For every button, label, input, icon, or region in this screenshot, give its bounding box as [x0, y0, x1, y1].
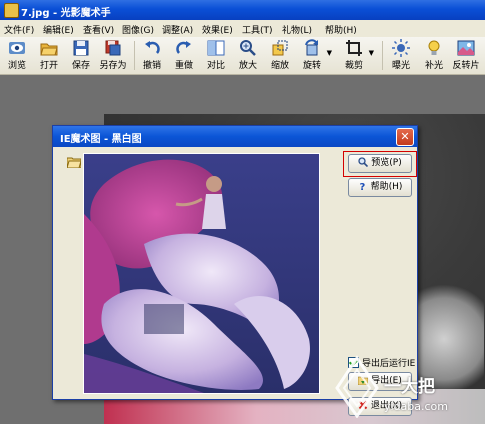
toolbar-compare-button[interactable]: 对比: [202, 39, 230, 71]
dancer-photo: [84, 154, 319, 393]
rotate-dropdown-icon[interactable]: ▼: [327, 49, 332, 57]
toolbar: 浏览 打开 保存 另存为 撤销 重做 对比 放大 缩放 旋转 ▼ 裁剪 ▼ 曝光…: [0, 37, 485, 75]
zoom-in-icon: [240, 40, 256, 56]
folder-pane: [63, 153, 85, 393]
toolbar-reversal-film-button[interactable]: 反转片: [452, 39, 480, 71]
menu-help[interactable]: 帮助(H): [325, 23, 357, 36]
watermark-brand: 一大把: [384, 377, 435, 397]
toolbar-save-as-button[interactable]: 另存为: [99, 39, 127, 71]
toolbar-redo-button[interactable]: 重做: [170, 39, 198, 71]
menu-effects[interactable]: 效果(E): [202, 23, 233, 36]
undo-icon: [145, 41, 160, 54]
watermark-logo: [335, 355, 379, 418]
menu-tools[interactable]: 工具(T): [242, 23, 273, 36]
toolbar-fill-light-button[interactable]: 补光: [420, 39, 448, 71]
save-icon: [73, 40, 89, 56]
preview-image: [83, 153, 320, 394]
magnifier-icon: [358, 157, 369, 167]
folder-icon[interactable]: [67, 156, 81, 168]
menu-image[interactable]: 图像(G): [122, 23, 154, 36]
resize-icon: [272, 40, 288, 56]
window-title: 7.jpg - 光影魔术手: [21, 8, 111, 19]
crop-dropdown-icon[interactable]: ▼: [369, 49, 374, 57]
folder-open-icon: [40, 43, 58, 56]
toolbar-exposure-button[interactable]: 曝光: [387, 39, 415, 71]
dialog-title: IE魔术图 - 黑白图: [60, 134, 142, 145]
toolbar-zoom-in-button[interactable]: 放大: [234, 39, 262, 71]
toolbar-open-button[interactable]: 打开: [35, 39, 63, 71]
save-as-icon: [105, 40, 121, 56]
compare-icon: [207, 40, 225, 56]
toolbar-undo-button[interactable]: 撤销: [138, 39, 166, 71]
app-icon: [4, 3, 19, 18]
toolbar-crop-button[interactable]: 裁剪 ▼: [340, 39, 374, 71]
preview-button[interactable]: 预览(P): [348, 154, 412, 173]
menu-file[interactable]: 文件(F): [4, 23, 34, 36]
dialog-title-bar[interactable]: IE魔术图 - 黑白图 ✕: [53, 126, 417, 147]
exposure-icon: [392, 39, 410, 57]
toolbar-resize-button[interactable]: 缩放: [266, 39, 294, 71]
window-title-bar[interactable]: 7.jpg - 光影魔术手: [0, 0, 485, 20]
watermark: 一大把 yidaba.com: [332, 340, 472, 420]
toolbar-browse-button[interactable]: 浏览: [3, 39, 31, 71]
reversal-film-icon: [457, 40, 475, 56]
toolbar-save-button[interactable]: 保存: [67, 39, 95, 71]
help-button[interactable]: ? 帮助(H): [348, 178, 412, 197]
eye-icon: [9, 42, 25, 54]
close-icon[interactable]: ✕: [396, 128, 414, 146]
toolbar-separator: [134, 41, 135, 70]
menu-bar: 文件(F) 编辑(E) 查看(V) 图像(G) 调整(A) 效果(E) 工具(T…: [0, 20, 485, 38]
toolbar-separator: [382, 41, 383, 70]
svg-text:?: ?: [359, 182, 365, 191]
menu-edit[interactable]: 编辑(E): [43, 23, 74, 36]
menu-adjust[interactable]: 调整(A): [162, 23, 193, 36]
rotate-icon: [305, 39, 318, 56]
crop-icon: [346, 40, 362, 56]
menu-gifts[interactable]: 礼物(L): [282, 23, 312, 36]
fill-light-icon: [428, 40, 440, 55]
toolbar-rotate-button[interactable]: 旋转 ▼: [298, 39, 332, 71]
watermark-url: yidaba.com: [384, 400, 449, 413]
redo-icon: [176, 41, 191, 54]
question-icon: ?: [359, 182, 365, 191]
menu-view[interactable]: 查看(V): [83, 23, 114, 36]
